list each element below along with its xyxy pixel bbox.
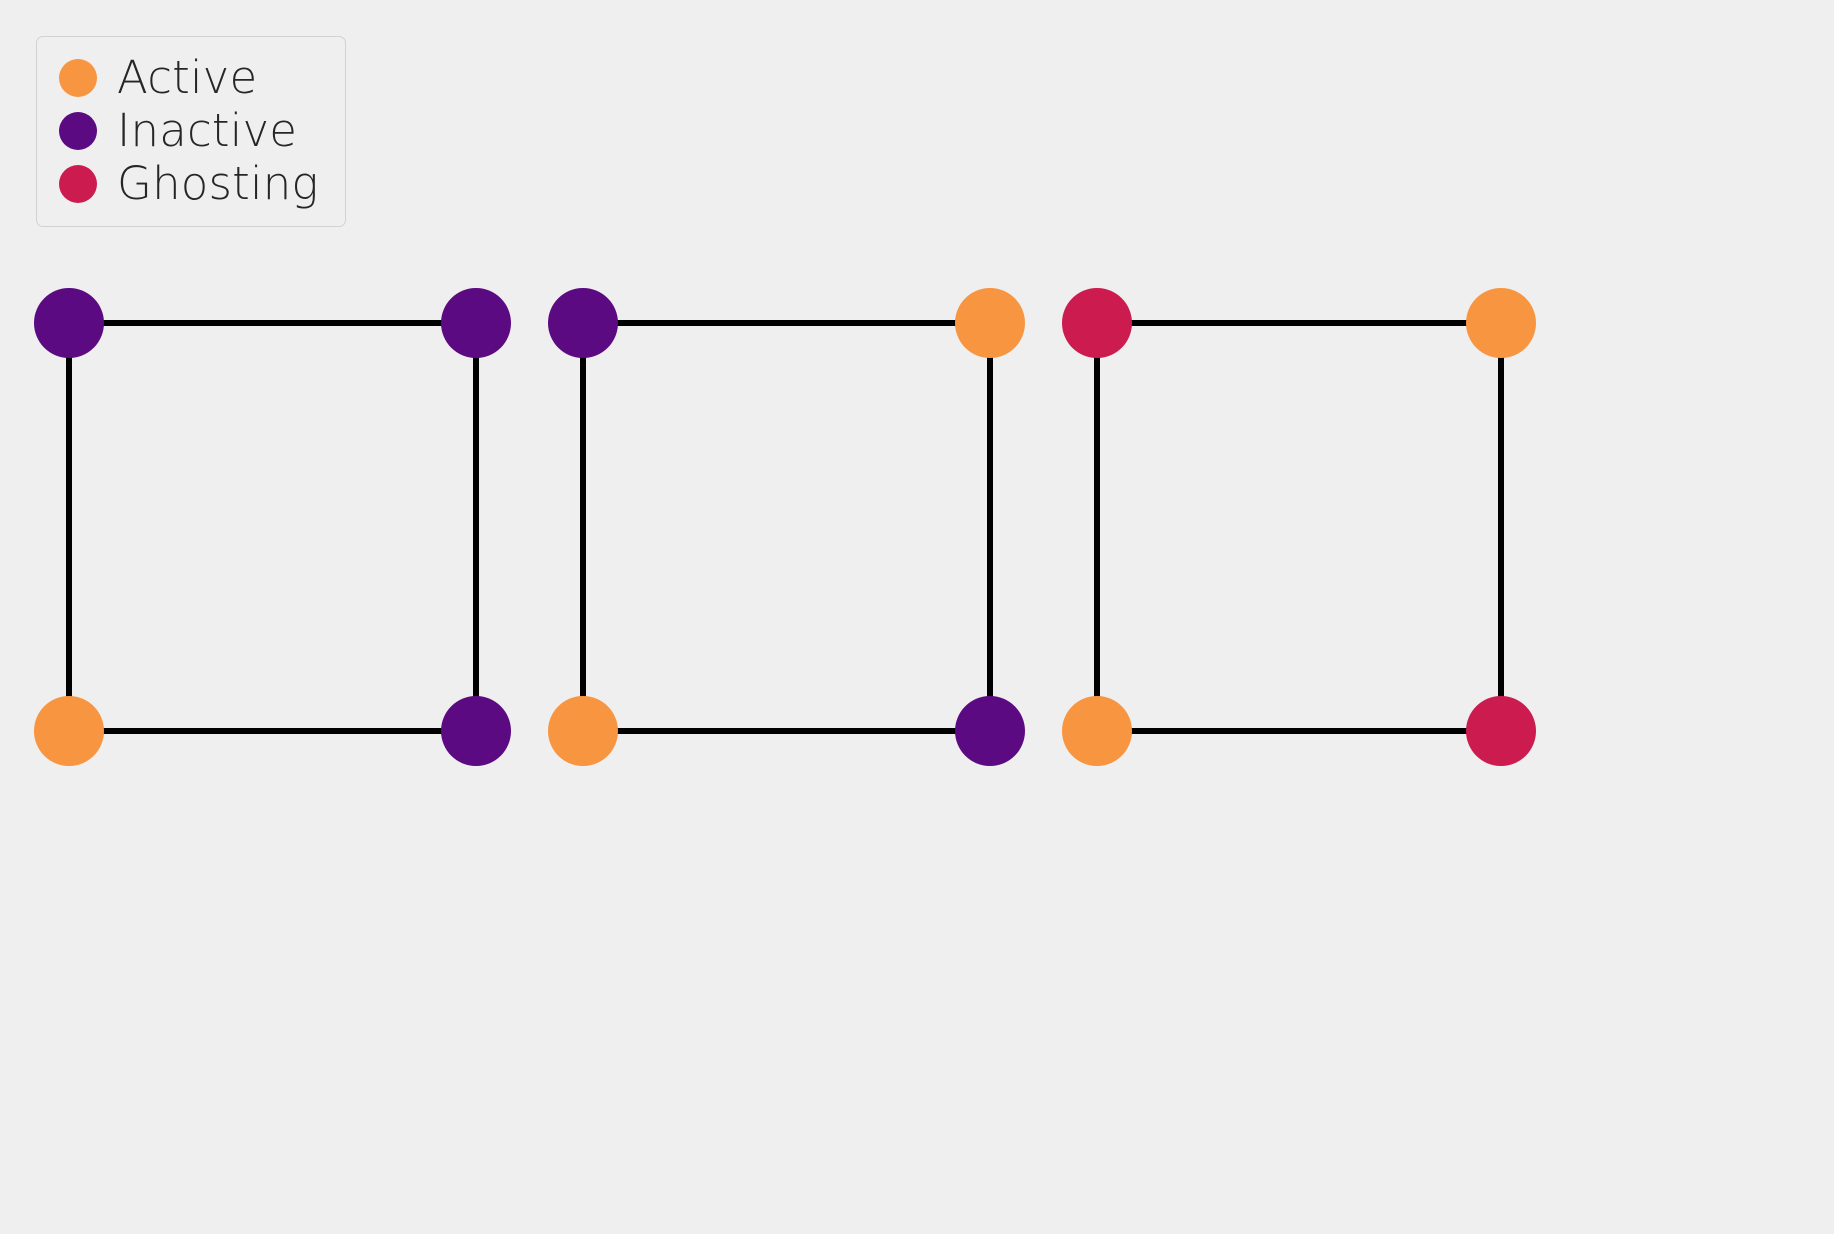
legend-label: Inactive: [117, 104, 298, 157]
graph-node[interactable]: [1062, 696, 1132, 766]
legend-swatch-ghosting-icon: [59, 164, 97, 203]
graph-node[interactable]: [548, 696, 618, 766]
graph-node[interactable]: [441, 696, 511, 766]
graph-node[interactable]: [1062, 288, 1132, 358]
legend-item[interactable]: Ghosting: [59, 157, 319, 210]
legend-label: Active: [117, 51, 258, 104]
graph-node[interactable]: [34, 288, 104, 358]
legend-item[interactable]: Active: [59, 51, 319, 104]
graph-node[interactable]: [441, 288, 511, 358]
graph-node[interactable]: [1466, 288, 1536, 358]
legend-swatch-inactive-icon: [59, 111, 97, 150]
graph-node[interactable]: [34, 696, 104, 766]
graph-node[interactable]: [955, 288, 1025, 358]
legend-item[interactable]: Inactive: [59, 104, 319, 157]
graph-node[interactable]: [955, 696, 1025, 766]
node-layer: [34, 288, 1536, 766]
figure-canvas: Active Inactive Ghosting: [0, 0, 1834, 1234]
graph-node[interactable]: [1466, 696, 1536, 766]
legend-swatch-active-icon: [59, 58, 97, 97]
legend-panel: Active Inactive Ghosting: [36, 36, 346, 227]
legend-label: Ghosting: [117, 157, 319, 210]
edge-layer: [66, 320, 1504, 734]
graph-node[interactable]: [548, 288, 618, 358]
